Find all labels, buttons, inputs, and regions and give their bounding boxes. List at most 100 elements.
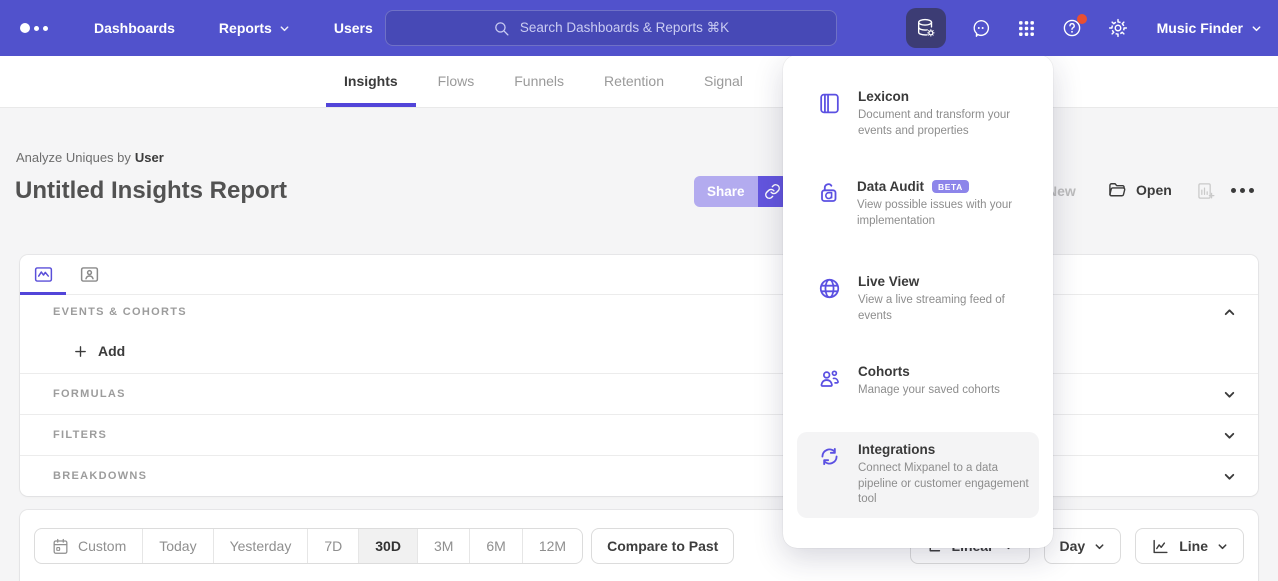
- help-icon[interactable]: [1061, 17, 1083, 39]
- open-label: Open: [1136, 182, 1172, 198]
- data-audit-lock-icon: [817, 181, 841, 205]
- report-tabbar: Insights Flows Funnels Retention Signal …: [0, 56, 1278, 108]
- search-placeholder: Search Dashboards & Reports ⌘K: [520, 20, 729, 36]
- filters-section[interactable]: FILTERS: [20, 414, 1258, 455]
- navbar-right: Music Finder: [906, 0, 1262, 56]
- menu-item-live-view[interactable]: Live View View a live streaming feed of …: [797, 264, 1039, 334]
- chevron-down-icon[interactable]: [1223, 470, 1236, 483]
- menu-item-description: Connect Mixpanel to a data pipeline or c…: [858, 461, 1030, 508]
- date-range-yesterday[interactable]: Yesterday: [213, 529, 308, 563]
- live-view-globe-icon: [817, 276, 842, 301]
- calendar-icon: [51, 537, 70, 556]
- open-report-button[interactable]: Open: [1107, 180, 1172, 200]
- menu-item-data-audit[interactable]: Data Audit BETA View possible issues with…: [797, 169, 1039, 239]
- plus-icon: [73, 344, 88, 359]
- chart-type-label: Line: [1179, 538, 1208, 554]
- menu-item-description: Manage your saved cohorts: [858, 383, 1030, 399]
- chevron-down-icon[interactable]: [1223, 388, 1236, 401]
- query-builder: EVENTS & COHORTS Add FORMULAS FILTERS BR…: [20, 255, 1258, 496]
- subtitle-prefix: Analyze Uniques by: [16, 150, 131, 165]
- compare-to-past-button[interactable]: Compare to Past: [591, 528, 734, 564]
- section-label: FORMULAS: [53, 388, 126, 400]
- lexicon-book-icon: [817, 91, 842, 116]
- chevron-down-icon: [1217, 541, 1228, 552]
- formulas-section[interactable]: FORMULAS: [20, 373, 1258, 414]
- menu-item-description: Document and transform your events and p…: [858, 108, 1030, 139]
- notification-dot: [1077, 14, 1087, 24]
- mixpanel-logo[interactable]: [20, 23, 48, 33]
- chevron-down-icon: [279, 23, 290, 34]
- menu-item-integrations[interactable]: Integrations Connect Mixpanel to a data …: [797, 432, 1039, 518]
- top-navbar: Dashboards Reports Users Search Dashboar…: [0, 0, 1278, 56]
- menu-item-cohorts[interactable]: Cohorts Manage your saved cohorts: [797, 354, 1039, 409]
- tab-insights[interactable]: Insights: [326, 56, 416, 107]
- nav-link-users[interactable]: Users: [334, 20, 373, 36]
- line-chart-icon: [1151, 537, 1170, 556]
- tab-signal[interactable]: Signal: [686, 56, 761, 107]
- logo-dot: [34, 26, 39, 31]
- nav-link-dashboards[interactable]: Dashboards: [94, 20, 175, 36]
- date-range-custom[interactable]: Custom: [35, 529, 142, 563]
- logo-dot: [43, 26, 48, 31]
- menu-item-title: Integrations: [858, 442, 935, 457]
- chevron-down-icon: [1094, 541, 1105, 552]
- date-range-6m[interactable]: 6M: [469, 529, 521, 563]
- folder-icon: [1107, 180, 1127, 200]
- nav-links: Dashboards Reports Users: [94, 20, 373, 36]
- link-icon: [764, 183, 781, 200]
- project-switcher[interactable]: Music Finder: [1157, 20, 1262, 36]
- add-label: Add: [98, 343, 125, 359]
- menu-item-title: Cohorts: [858, 364, 910, 379]
- tab-flows[interactable]: Flows: [420, 56, 493, 107]
- date-range-30d[interactable]: 30D: [358, 529, 417, 563]
- section-label: FILTERS: [53, 429, 107, 441]
- date-range-3m[interactable]: 3M: [417, 529, 469, 563]
- builder-tab-strip: [20, 255, 1258, 295]
- interval-dropdown[interactable]: Day: [1044, 528, 1122, 564]
- more-options-button[interactable]: [1231, 188, 1254, 193]
- menu-item-title: Live View: [858, 274, 919, 289]
- search-icon: [493, 20, 510, 37]
- interval-label: Day: [1060, 538, 1086, 554]
- share-button-group: Share: [694, 176, 788, 207]
- settings-gear-icon[interactable]: [1107, 17, 1129, 39]
- chart-icon: [33, 264, 54, 285]
- nav-link-label: Dashboards: [94, 20, 175, 36]
- nav-link-label: Users: [334, 20, 373, 36]
- section-label: BREAKDOWNS: [53, 470, 147, 482]
- date-range-today[interactable]: Today: [142, 529, 212, 563]
- date-range-12m[interactable]: 12M: [522, 529, 582, 563]
- chart-toolbar: Custom Today Yesterday 7D 30D 3M 6M 12M …: [20, 510, 1258, 581]
- tab-funnels[interactable]: Funnels: [496, 56, 582, 107]
- profiles-view-tab[interactable]: [66, 255, 112, 294]
- chart-type-dropdown[interactable]: Line: [1135, 528, 1244, 564]
- chevron-down-icon[interactable]: [1223, 429, 1236, 442]
- user-profile-icon: [79, 264, 100, 285]
- subtitle-value[interactable]: User: [135, 150, 164, 165]
- apps-grid-icon[interactable]: [1016, 18, 1037, 39]
- beta-badge: BETA: [932, 180, 969, 193]
- cohorts-people-icon: [817, 366, 842, 391]
- data-management-menu: Lexicon Document and transform your even…: [783, 55, 1053, 548]
- nav-link-label: Reports: [219, 20, 272, 36]
- menu-item-description: View possible issues with your implement…: [857, 198, 1029, 229]
- menu-item-lexicon[interactable]: Lexicon Document and transform your even…: [797, 79, 1039, 149]
- menu-item-title: Data Audit: [857, 179, 924, 194]
- add-to-dashboard-icon[interactable]: [1196, 181, 1216, 201]
- events-cohorts-section[interactable]: EVENTS & COHORTS: [20, 295, 1258, 329]
- chevron-up-icon[interactable]: [1223, 306, 1236, 319]
- tab-retention[interactable]: Retention: [586, 56, 682, 107]
- feedback-icon[interactable]: [970, 17, 992, 39]
- chevron-down-icon: [1251, 23, 1262, 34]
- share-button[interactable]: Share: [694, 176, 758, 207]
- data-management-icon[interactable]: [906, 8, 946, 48]
- segment-label: Custom: [78, 538, 126, 554]
- page-title[interactable]: Untitled Insights Report: [15, 177, 287, 205]
- breakdowns-section[interactable]: BREAKDOWNS: [20, 455, 1258, 496]
- add-event-button[interactable]: Add: [20, 329, 1258, 373]
- report-subtitle: Analyze Uniques by User: [16, 150, 164, 165]
- events-view-tab[interactable]: [20, 255, 66, 294]
- date-range-7d[interactable]: 7D: [307, 529, 358, 563]
- search-input[interactable]: Search Dashboards & Reports ⌘K: [385, 10, 837, 46]
- nav-link-reports[interactable]: Reports: [219, 20, 290, 36]
